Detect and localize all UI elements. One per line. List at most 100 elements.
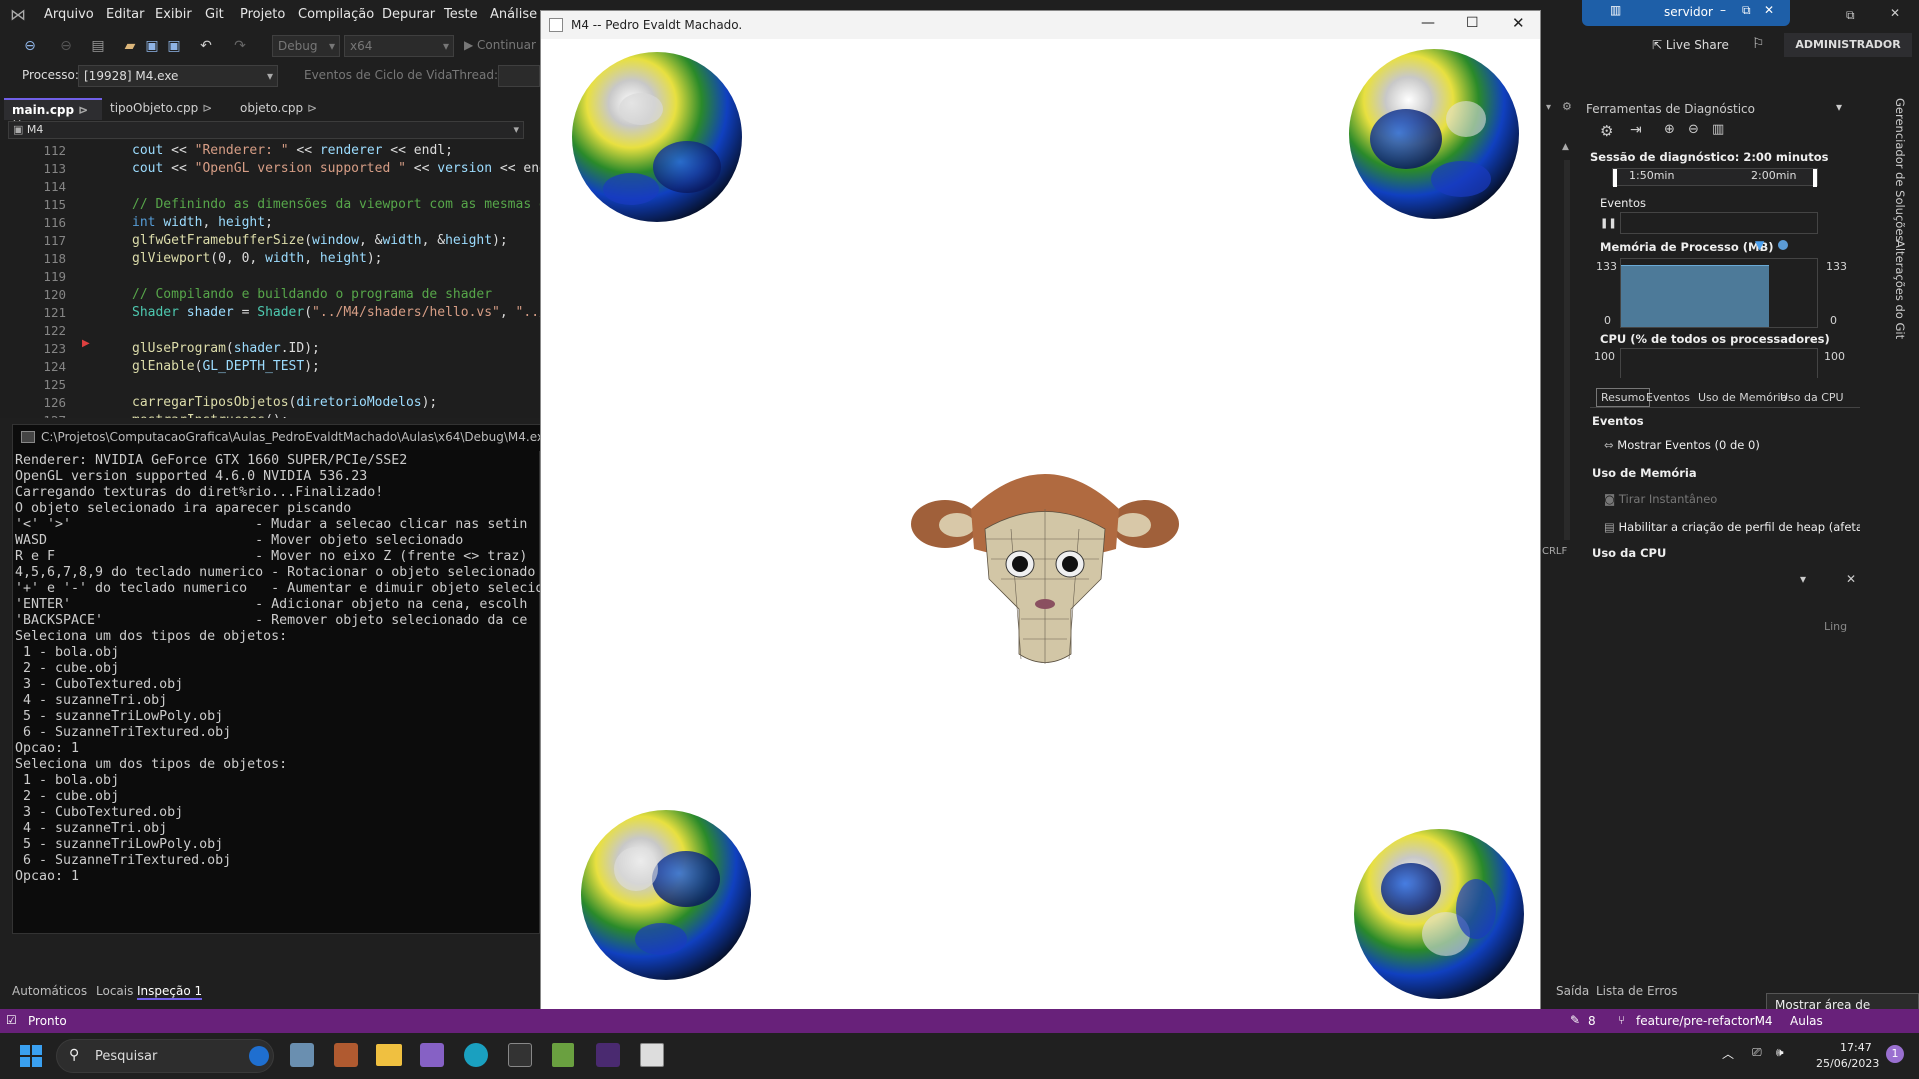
lifecycle-events-button[interactable]: Eventos de Ciclo de Vida [304, 68, 452, 82]
taskbar-notepad-icon[interactable] [552, 1043, 574, 1067]
menu-depurar[interactable]: Depurar [382, 7, 435, 22]
show-events-link[interactable]: ⇔ Mostrar Eventos (0 de 0) [1604, 438, 1760, 452]
menu-analise[interactable]: Análise [490, 7, 537, 22]
back-icon[interactable]: ⊖ [20, 36, 40, 56]
pause-icon[interactable]: ❚❚ [1600, 218, 1617, 229]
menu-arquivo[interactable]: Arquivo [44, 7, 94, 22]
error-count[interactable]: 8 [1588, 1014, 1596, 1028]
tab-lista-erros[interactable]: Lista de Erros [1596, 984, 1678, 998]
scroll-track[interactable] [1564, 160, 1570, 540]
taskbar-app-files-icon[interactable] [290, 1043, 314, 1067]
gear-icon[interactable]: ⚙ [1562, 100, 1572, 113]
memory-chart[interactable] [1620, 258, 1818, 328]
live-share-button[interactable]: ⇱ Live Share [1652, 38, 1729, 52]
tab-locais[interactable]: Locais [96, 984, 133, 998]
configuration-dropdown[interactable]: Debug ▾ [272, 35, 340, 57]
heap-profiling-checkbox[interactable]: ▤ Habilitar a criação de perfil de heap … [1604, 520, 1860, 534]
breakpoint-arrow-icon[interactable]: ▶ [82, 338, 90, 349]
cpu-chart[interactable] [1620, 348, 1818, 378]
tab-main-cpp[interactable]: main.cpp ⊳ ✕ [4, 98, 102, 131]
timeline-ruler[interactable]: 1:50min 2:00min [1612, 168, 1818, 187]
scope-dropdown[interactable]: ▣ M4 ▾ [8, 121, 524, 139]
menu-git[interactable]: Git [205, 7, 224, 22]
platform-dropdown[interactable]: x64 ▾ [344, 35, 454, 57]
taskbar-app-misc-icon[interactable] [334, 1043, 358, 1067]
notification-badge[interactable]: 1 [1886, 1045, 1904, 1063]
chevron-down-icon[interactable]: ▾ [1546, 102, 1551, 113]
taskbar-visual-studio-icon[interactable] [420, 1043, 444, 1067]
tab-gerenciador-solucoes[interactable]: Gerenciador de Soluções [1893, 98, 1907, 241]
taskbar-vs-terminal-icon[interactable] [596, 1043, 620, 1067]
continue-button[interactable]: ▶ Continuar [464, 38, 536, 52]
open-folder-icon[interactable]: ▰ [120, 36, 140, 56]
restore-icon[interactable]: ⧉ [1846, 8, 1855, 23]
pin-icon[interactable]: ⊳ [307, 101, 317, 115]
reset-zoom-icon[interactable]: ▥ [1712, 122, 1724, 137]
tab-uso-cpu[interactable]: Uso da CPU [1780, 391, 1844, 404]
code-editor[interactable]: 112 cout << "Renderer: " << renderer << … [0, 140, 540, 418]
settings-icon[interactable]: ⚙ [1600, 122, 1613, 140]
process-dropdown[interactable]: [19928] M4.exe ▾ [78, 65, 278, 87]
volume-icon[interactable]: 🕪 [1776, 1045, 1784, 1060]
tab-resumo[interactable]: Resumo [1596, 388, 1651, 407]
feedback-icon[interactable]: ⚐ [1752, 36, 1765, 52]
taskbar-opengl-app-icon[interactable] [640, 1043, 664, 1067]
tab-objeto-cpp[interactable]: objeto.cpp ⊳ [232, 98, 332, 120]
minimize-icon[interactable]: — [1421, 15, 1435, 31]
branch-name[interactable]: feature/pre-refactorM4 [1636, 1014, 1773, 1028]
taskbar-terminal-icon[interactable] [508, 1043, 532, 1067]
filter-icon[interactable]: ▼ [1755, 238, 1764, 252]
remote-session-bar[interactable]: ▥ servidor – ⧉ ✕ [1582, 0, 1790, 26]
undo-icon[interactable]: ↶ [196, 36, 216, 56]
tab-tipoobjeto-cpp[interactable]: tipoObjeto.cpp ⊳ [102, 98, 232, 120]
taskbar-edge-icon[interactable] [464, 1043, 488, 1067]
restore-icon[interactable]: ⧉ [1742, 3, 1751, 18]
opengl-window[interactable]: M4 -- Pedro Evaldt Machado. — ☐ ✕ [540, 10, 1541, 1033]
tab-uso-memoria[interactable]: Uso de Memória [1698, 391, 1787, 404]
close-icon[interactable]: ✕ [1846, 572, 1856, 586]
close-icon[interactable]: ✕ [1512, 14, 1525, 32]
close-icon[interactable]: ✕ [1764, 3, 1774, 17]
repo-name[interactable]: Aulas [1790, 1014, 1823, 1028]
chevron-down-icon[interactable]: ▾ [1836, 100, 1842, 114]
clock-date[interactable]: 25/06/2023 [1816, 1057, 1879, 1070]
tab-saida[interactable]: Saída [1556, 984, 1589, 998]
menu-projeto[interactable]: Projeto [240, 7, 285, 22]
save-icon[interactable]: ▣ [142, 36, 162, 56]
menu-editar[interactable]: Editar [106, 7, 145, 22]
clock-time[interactable]: 17:47 [1840, 1041, 1872, 1054]
opengl-titlebar[interactable]: M4 -- Pedro Evaldt Machado. — ☐ ✕ [541, 11, 1540, 39]
menu-exibir[interactable]: Exibir [155, 7, 192, 22]
menu-teste[interactable]: Teste [444, 7, 478, 22]
pin-icon[interactable]: ⊳ [78, 103, 88, 117]
tab-automaticos[interactable]: Automáticos [12, 984, 87, 998]
pin-icon[interactable]: ⊳ [202, 101, 212, 115]
close-icon[interactable]: ✕ [1890, 6, 1900, 20]
tray-chevron-up-icon[interactable]: ︿ [1722, 1045, 1734, 1062]
windows-start-icon[interactable] [20, 1045, 42, 1067]
menu-compilacao[interactable]: Compilação [298, 7, 374, 22]
zoom-out-icon[interactable]: ⊖ [1688, 122, 1699, 137]
chevron-down-icon[interactable]: ▾ [1800, 572, 1806, 586]
scroll-strip[interactable]: ▾ ⚙ ▲ CRLF [1542, 96, 1580, 557]
taskbar-search[interactable]: ⚲ Pesquisar [56, 1039, 274, 1073]
pencil-icon[interactable]: ✎ [1570, 1013, 1580, 1027]
network-icon[interactable]: ⎚ [1752, 1045, 1762, 1060]
scroll-up-icon[interactable]: ▲ [1562, 142, 1569, 152]
opengl-scene[interactable] [541, 39, 1540, 1032]
new-project-icon[interactable]: ▤ [88, 36, 108, 56]
console-titlebar[interactable]: C:\Projetos\ComputacaoGrafica\Aulas_Pedr… [13, 425, 551, 451]
redo-icon[interactable]: ↷ [230, 36, 250, 56]
take-snapshot-button[interactable]: ◙ Tirar Instantâneo [1604, 492, 1717, 506]
minimize-icon[interactable]: – [1720, 3, 1726, 17]
tab-eventos[interactable]: Eventos [1646, 391, 1690, 404]
tab-inspecao-1[interactable]: Inspeção 1 [137, 984, 203, 1000]
tab-alteracoes-git[interactable]: Alterações do Git [1893, 240, 1907, 339]
taskbar-explorer-icon[interactable] [376, 1044, 402, 1066]
forward-icon[interactable]: ⊖ [56, 36, 76, 56]
save-all-icon[interactable]: ▣ [164, 36, 184, 56]
thread-dropdown[interactable] [498, 65, 540, 87]
export-icon[interactable]: ⇥ [1630, 122, 1642, 138]
maximize-icon[interactable]: ☐ [1466, 15, 1479, 31]
console-window[interactable]: C:\Projetos\ComputacaoGrafica\Aulas_Pedr… [12, 424, 551, 934]
